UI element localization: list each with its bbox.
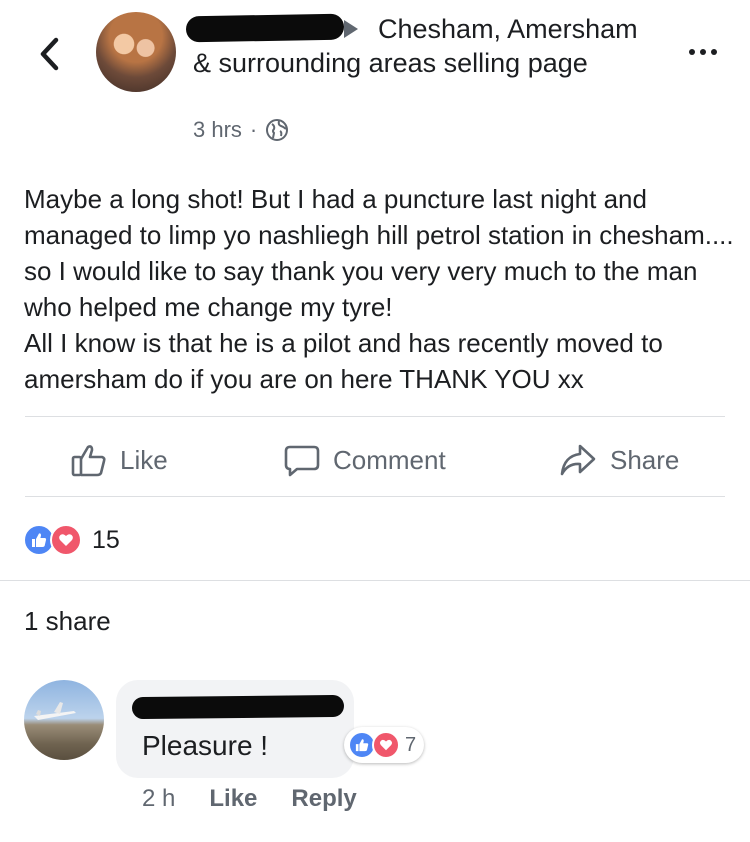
share-button[interactable]: Share (558, 440, 679, 480)
post-text: Maybe a long shot! But I had a puncture … (24, 184, 734, 394)
reactions-summary[interactable]: 15 (23, 524, 120, 556)
divider (25, 496, 725, 497)
commenter-avatar[interactable] (24, 680, 104, 760)
comment-reactions[interactable]: 7 (344, 727, 425, 763)
comment-reply-link[interactable]: Reply (291, 785, 356, 813)
like-label: Like (120, 444, 168, 475)
post-time[interactable]: 3 hrs (193, 117, 242, 143)
thumbs-up-icon (71, 445, 106, 477)
share-label: Share (610, 444, 680, 475)
shares-count[interactable]: 1 share (24, 606, 111, 637)
post-meta: 3 hrs · (193, 117, 289, 143)
more-options-button[interactable] (683, 40, 723, 64)
comment-text: Pleasure ! (142, 730, 269, 761)
comment-label: Comment (333, 444, 446, 475)
reaction-count: 15 (92, 525, 120, 554)
more-dot (711, 49, 717, 55)
redacted-commenter-name (131, 694, 345, 720)
like-button[interactable]: Like (70, 440, 168, 480)
meta-separator: · (249, 117, 258, 142)
group-title[interactable]: Chesham, Amersham & surrounding areas se… (193, 12, 653, 80)
plane-photo (34, 702, 76, 720)
love-icon (50, 524, 82, 556)
poster-avatar[interactable] (96, 12, 176, 92)
back-button[interactable] (30, 32, 70, 76)
more-dot (689, 49, 695, 55)
chevron-left-icon (40, 37, 59, 71)
comment-meta: 2 h Like Reply (142, 785, 357, 813)
section-divider (0, 580, 750, 581)
share-arrow-icon (560, 444, 596, 476)
globe-icon (266, 119, 289, 141)
comment-button[interactable]: Comment (283, 440, 446, 480)
comment-reaction-count: 7 (405, 733, 417, 756)
comment-icon (284, 445, 320, 477)
comment-time: 2 h (142, 785, 176, 812)
love-icon (372, 731, 400, 759)
comment-like-link[interactable]: Like (209, 785, 257, 813)
divider (25, 416, 725, 417)
more-dot (700, 49, 706, 55)
